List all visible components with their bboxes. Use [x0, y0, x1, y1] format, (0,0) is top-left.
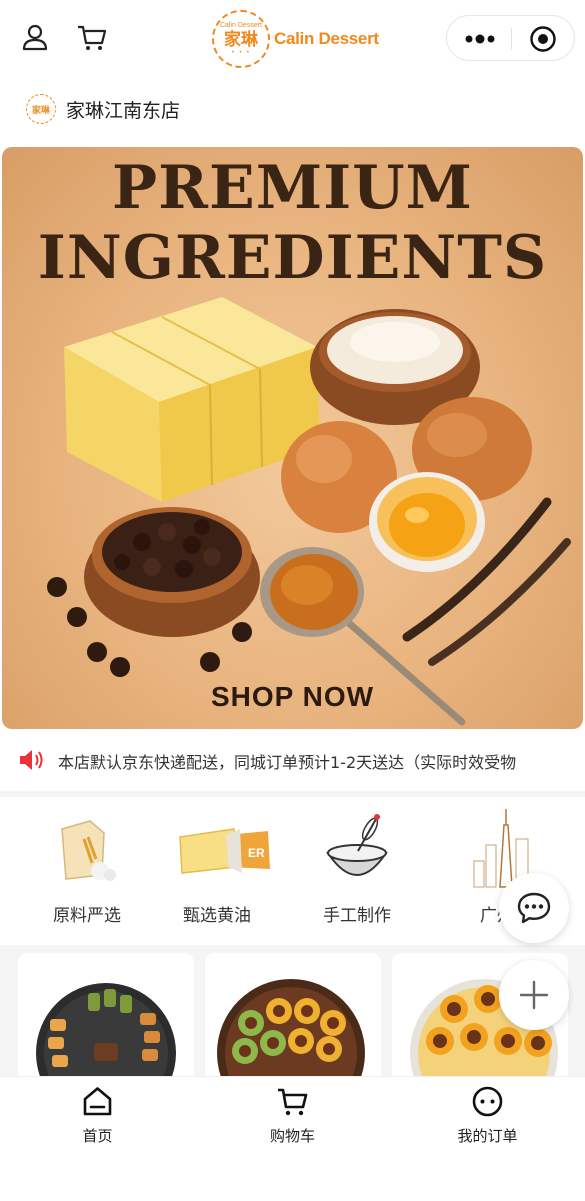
user-icon[interactable] [20, 22, 52, 54]
logo-badge-english: Calin Dessert [219, 22, 262, 29]
store-name: 家琳江南东店 [66, 99, 181, 122]
capsule-divider [511, 28, 512, 50]
brand-logo: Calin Dessert 家琳 • • • Calin Dessert [212, 8, 379, 70]
category-label: 原料严选 [53, 906, 121, 926]
tab-label: 购物车 [269, 1127, 315, 1145]
logo-badge-chinese: 家琳 [224, 30, 258, 50]
logo-ornament: • • • [231, 49, 251, 56]
cart-icon [278, 1088, 308, 1116]
category-item-raw-materials[interactable]: 原料严选 [22, 797, 152, 945]
store-selector[interactable]: 家琳 家琳江南东店 [26, 92, 180, 126]
cookie-tray-icon [36, 983, 176, 1076]
section-divider [0, 945, 585, 953]
tab-home[interactable]: 首页 [0, 1077, 195, 1157]
category-item-butter[interactable]: ER 甄选黄油 [152, 797, 282, 945]
whisk-bowl-icon [326, 814, 388, 876]
chat-button[interactable] [499, 873, 569, 943]
bottom-tab-bar: 首页 购物车 我的订单 [0, 1076, 585, 1201]
product-grid [0, 953, 585, 1076]
plus-icon [519, 980, 549, 1010]
svg-text:ER: ER [248, 846, 265, 860]
top-navigation-bar: Calin Dessert 家琳 • • • Calin Dessert [0, 0, 585, 80]
chocolate-bowl [47, 507, 260, 677]
notice-bar: 本店默认京东快递配送，同城订单预计1-2天送达（实际时效受物 [0, 729, 585, 791]
add-button[interactable] [499, 960, 569, 1030]
product-card-cookie-tray[interactable] [18, 953, 194, 1076]
shop-now-button[interactable]: SHOP NOW [2, 681, 583, 713]
store-logo: 家琳 [26, 94, 56, 124]
butter-icon: ER [179, 828, 270, 874]
promo-banner[interactable]: PREMIUM INGREDIENTS SHOP NOW [2, 147, 583, 729]
mini-program-capsule [446, 15, 575, 61]
close-icon[interactable] [529, 25, 557, 53]
banner-title-line1: PREMIUM [112, 153, 473, 223]
tab-orders[interactable]: 我的订单 [390, 1077, 585, 1157]
flour-bag-icon [61, 820, 116, 881]
cart-icon[interactable] [76, 22, 108, 54]
tab-cart[interactable]: 购物车 [195, 1077, 390, 1157]
tab-label: 首页 [82, 1127, 113, 1145]
chat-icon [517, 892, 551, 924]
notice-text: 本店默认京东快递配送，同城订单预计1-2天送达（实际时效受物 [58, 753, 517, 772]
category-row: 原料严选 ER 甄选黄油 手工制作 广州 [0, 797, 585, 945]
banner-title-line2: INGREDIENTS [37, 223, 548, 293]
egg-roll-tray-icon [217, 979, 365, 1076]
home-icon [83, 1087, 112, 1116]
logo-badge: Calin Dessert 家琳 • • • [212, 10, 270, 68]
product-card-egg-roll-tray[interactable] [205, 953, 381, 1076]
speaker-icon [18, 748, 44, 772]
category-label: 手工制作 [323, 906, 391, 926]
logo-text: Calin Dessert [274, 29, 379, 48]
more-icon[interactable] [463, 28, 497, 50]
order-icon [472, 1086, 503, 1117]
category-item-handmade[interactable]: 手工制作 [292, 797, 422, 945]
category-label: 甄选黄油 [183, 906, 251, 926]
tab-label: 我的订单 [457, 1127, 518, 1145]
